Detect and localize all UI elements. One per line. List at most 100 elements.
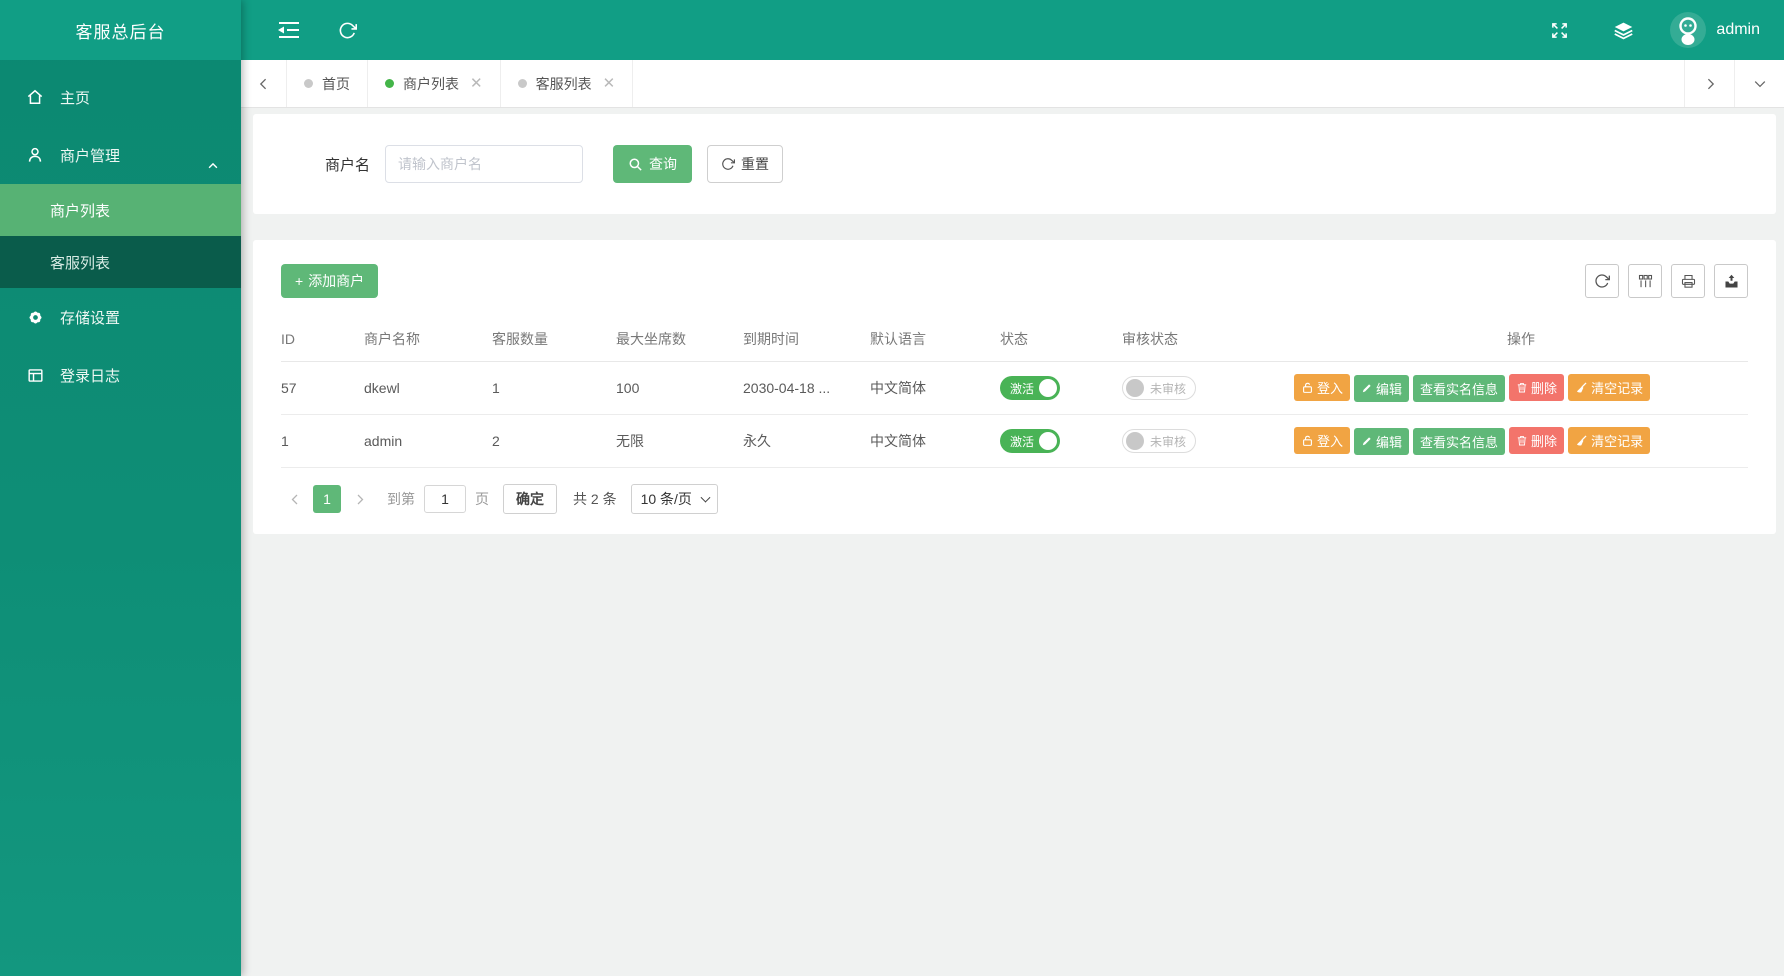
add-merchant-button[interactable]: + 添加商户	[281, 264, 379, 298]
merchant-name-input[interactable]	[385, 145, 584, 183]
topbar: admin	[241, 0, 1784, 60]
tab-label: 客服列表	[535, 75, 592, 92]
page-unit-label: 页	[475, 491, 489, 507]
login-button[interactable]: 登入	[1294, 374, 1351, 401]
table-refresh-button[interactable]	[1585, 264, 1619, 298]
user-icon	[25, 145, 45, 165]
reset-button[interactable]: 重置	[707, 145, 784, 183]
clear-records-button[interactable]: 清空记录	[1568, 427, 1651, 454]
refresh-icon[interactable]	[338, 21, 357, 40]
login-button[interactable]: 登入	[1294, 427, 1351, 454]
page-number-button[interactable]: 1	[313, 485, 341, 513]
tab-agent-list[interactable]: 客服列表 ✕	[501, 60, 634, 107]
col-id: ID	[281, 320, 364, 362]
confirm-button[interactable]: 确定	[503, 484, 557, 514]
action-label: 清空记录	[1591, 381, 1644, 396]
audit-toggle[interactable]: 未审核	[1122, 376, 1197, 400]
cell-audit-status: 未审核	[1122, 361, 1294, 415]
toggle-label: 激活	[1010, 434, 1035, 449]
toggle-knob	[1126, 432, 1144, 450]
sidebar-item-storage-settings[interactable]: 存储设置	[0, 288, 241, 346]
close-icon[interactable]: ✕	[603, 76, 616, 91]
home-icon	[25, 87, 45, 107]
sidebar-item-login-log[interactable]: 登录日志	[0, 346, 241, 404]
tab-home[interactable]: 首页	[287, 60, 368, 107]
cell-expire-time: 2030-04-18 ...	[743, 361, 870, 415]
cell-expire-time: 永久	[743, 414, 870, 468]
tab-dot	[385, 79, 394, 88]
login-log-icon	[25, 365, 45, 385]
sidebar-item-home[interactable]: 主页	[0, 68, 241, 126]
submenu-merchant-management: 商户列表 客服列表	[0, 184, 241, 288]
toggle-label: 激活	[1010, 381, 1035, 396]
col-merchant-name: 商户名称	[364, 320, 492, 362]
total-count-label: 共 2 条	[573, 491, 617, 507]
status-toggle[interactable]: 激活	[1000, 376, 1061, 400]
print-button[interactable]	[1671, 264, 1705, 298]
sidebar-item-merchant-management[interactable]: 商户管理	[0, 126, 241, 184]
pencil-icon	[1361, 435, 1373, 447]
close-icon[interactable]: ✕	[470, 76, 483, 91]
col-agent-count: 客服数量	[492, 320, 616, 362]
cell-agent-count: 1	[492, 361, 616, 415]
cell-default-language: 中文简体	[870, 361, 1000, 415]
action-label: 登入	[1317, 434, 1344, 449]
tabs-scroll-left-button[interactable]	[241, 60, 287, 107]
tab-label: 商户列表	[403, 75, 459, 92]
username[interactable]: admin	[1716, 21, 1760, 39]
table-body: 57 dkewl 1 100 2030-04-18 ... 中文简体 激活 未审核 登入 编辑 查看…	[281, 361, 1748, 468]
view-realname-button[interactable]: 查看实名信息	[1413, 375, 1506, 402]
table-columns-button[interactable]	[1628, 264, 1662, 298]
sidebar-item-label: 存储设置	[60, 309, 121, 327]
avatar[interactable]	[1670, 12, 1707, 48]
app-title: 客服总后台	[0, 0, 241, 60]
sidebar-item-label: 登录日志	[60, 367, 121, 385]
status-toggle[interactable]: 激活	[1000, 429, 1061, 453]
audit-toggle[interactable]: 未审核	[1122, 429, 1197, 453]
lock-icon	[1301, 381, 1314, 394]
clear-records-button[interactable]: 清空记录	[1568, 374, 1651, 401]
table-panel: + 添加商户 ID 商户名称 客服数量 最大坐席数 到期时间 默认语言 状态 审…	[253, 240, 1776, 534]
action-label: 删除	[1531, 434, 1558, 449]
edit-button[interactable]: 编辑	[1354, 427, 1410, 455]
view-realname-button[interactable]: 查看实名信息	[1413, 428, 1506, 455]
layers-icon[interactable]	[1613, 20, 1634, 41]
cell-merchant-name: admin	[364, 414, 492, 468]
search-panel: 商户名 查询 重置	[253, 114, 1776, 214]
table-row: 1 admin 2 无限 永久 中文简体 激活 未审核 登入 编辑 查看实名信息 删除 清空记录	[281, 414, 1748, 468]
prev-page-button[interactable]	[281, 485, 309, 513]
tab-label: 首页	[322, 75, 350, 92]
menu-fold-icon[interactable]	[278, 21, 300, 39]
next-page-button[interactable]	[345, 485, 373, 513]
cell-status: 激活	[1000, 361, 1122, 415]
delete-button[interactable]: 删除	[1509, 374, 1565, 401]
sidebar: 客服总后台 主页 商户管理 商户列表 客服列表 存储设置 登录日志	[0, 0, 241, 976]
action-label: 编辑	[1376, 381, 1403, 397]
goto-label: 到第	[387, 491, 415, 507]
tab-merchant-list[interactable]: 商户列表 ✕	[368, 60, 501, 107]
action-label: 编辑	[1376, 434, 1403, 450]
query-button[interactable]: 查询	[613, 145, 693, 183]
plus-icon: +	[295, 273, 304, 289]
tabs-scroll-right-button[interactable]	[1684, 60, 1734, 107]
toggle-label: 未审核	[1150, 381, 1187, 396]
cell-status: 激活	[1000, 414, 1122, 468]
chevron-up-icon	[205, 158, 221, 176]
action-label: 清空记录	[1591, 434, 1644, 449]
col-status: 状态	[1000, 320, 1122, 362]
lock-icon	[1301, 434, 1314, 447]
fullscreen-icon[interactable]	[1550, 21, 1569, 40]
goto-page-input[interactable]	[424, 485, 466, 513]
export-button[interactable]	[1714, 264, 1748, 298]
tabs-menu-button[interactable]	[1734, 60, 1784, 107]
cell-audit-status: 未审核	[1122, 414, 1294, 468]
page-size-select[interactable]: 10 条/页	[630, 484, 718, 514]
sidebar-item-merchant-list[interactable]: 商户列表	[0, 184, 241, 236]
cell-id: 1	[281, 414, 364, 468]
col-default-language: 默认语言	[870, 320, 1000, 362]
delete-button[interactable]: 删除	[1509, 427, 1565, 454]
gear-icon	[25, 307, 45, 327]
edit-button[interactable]: 编辑	[1354, 374, 1410, 402]
sidebar-item-agent-list[interactable]: 客服列表	[0, 236, 241, 288]
tabbar: 首页 商户列表 ✕ 客服列表 ✕	[241, 60, 1784, 108]
